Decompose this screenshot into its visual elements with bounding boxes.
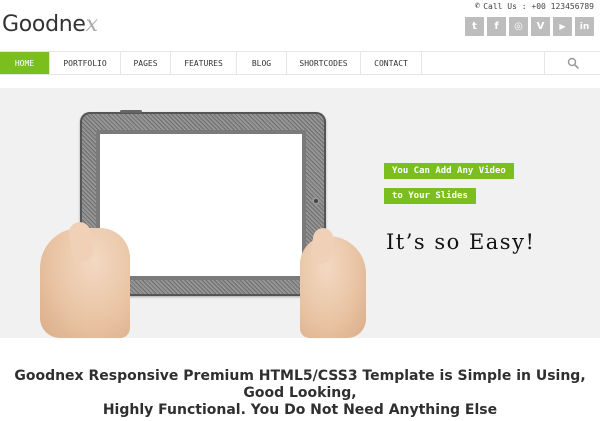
nav-item-features[interactable]: Features	[171, 52, 237, 74]
search-button[interactable]	[544, 52, 600, 74]
intro-headline: Goodnex Responsive Premium HTML5/CSS3 Te…	[0, 368, 600, 419]
nav-item-home[interactable]: Home	[0, 52, 50, 74]
nav-item-pages[interactable]: Pages	[121, 52, 171, 74]
phone-icon: ✆	[474, 1, 481, 11]
logo-text: Goodne	[2, 12, 86, 37]
tablet-image	[40, 110, 370, 338]
headline-line-2: Highly Functional. You Do Not Need Anyth…	[102, 402, 498, 418]
site-header: Goodnex ✆ Call Us : +00 123456789 t f ◎ …	[0, 0, 600, 50]
vimeo-icon[interactable]: V	[531, 17, 550, 36]
headline-line-1: Goodnex Responsive Premium HTML5/CSS3 Te…	[14, 368, 586, 401]
search-icon	[567, 57, 579, 69]
right-hand	[300, 236, 366, 338]
youtube-icon[interactable]: ▶	[553, 17, 572, 36]
tablet-top-button	[120, 110, 142, 113]
hero-slider[interactable]: You Can Add Any Video to Your Slides It’…	[0, 88, 600, 338]
dribbble-icon[interactable]: ◎	[509, 17, 528, 36]
main-nav: Home Portfolio Pages Features Blog Short…	[0, 51, 600, 75]
linkedin-icon[interactable]: in	[575, 17, 594, 36]
nav-item-blog[interactable]: Blog	[237, 52, 287, 74]
facebook-icon[interactable]: f	[487, 17, 506, 36]
slide-tagline: It’s so Easy!	[386, 230, 536, 254]
nav-item-shortcodes[interactable]: Shortcodes	[287, 52, 361, 74]
logo-mark: x	[85, 12, 98, 37]
social-links: t f ◎ V ▶ in	[465, 17, 594, 36]
slide-caption-2: to Your Slides	[384, 188, 476, 204]
twitter-icon[interactable]: t	[465, 17, 484, 36]
tablet-screen	[100, 134, 302, 276]
tablet-home-button	[312, 197, 320, 205]
site-logo[interactable]: Goodnex	[2, 12, 98, 37]
contact-label: Call Us : +00 123456789	[483, 1, 594, 11]
contact-info: ✆ Call Us : +00 123456789	[475, 1, 594, 11]
nav-item-portfolio[interactable]: Portfolio	[50, 52, 121, 74]
slide-caption-1: You Can Add Any Video	[384, 163, 514, 179]
nav-item-contact[interactable]: Contact	[361, 52, 422, 74]
